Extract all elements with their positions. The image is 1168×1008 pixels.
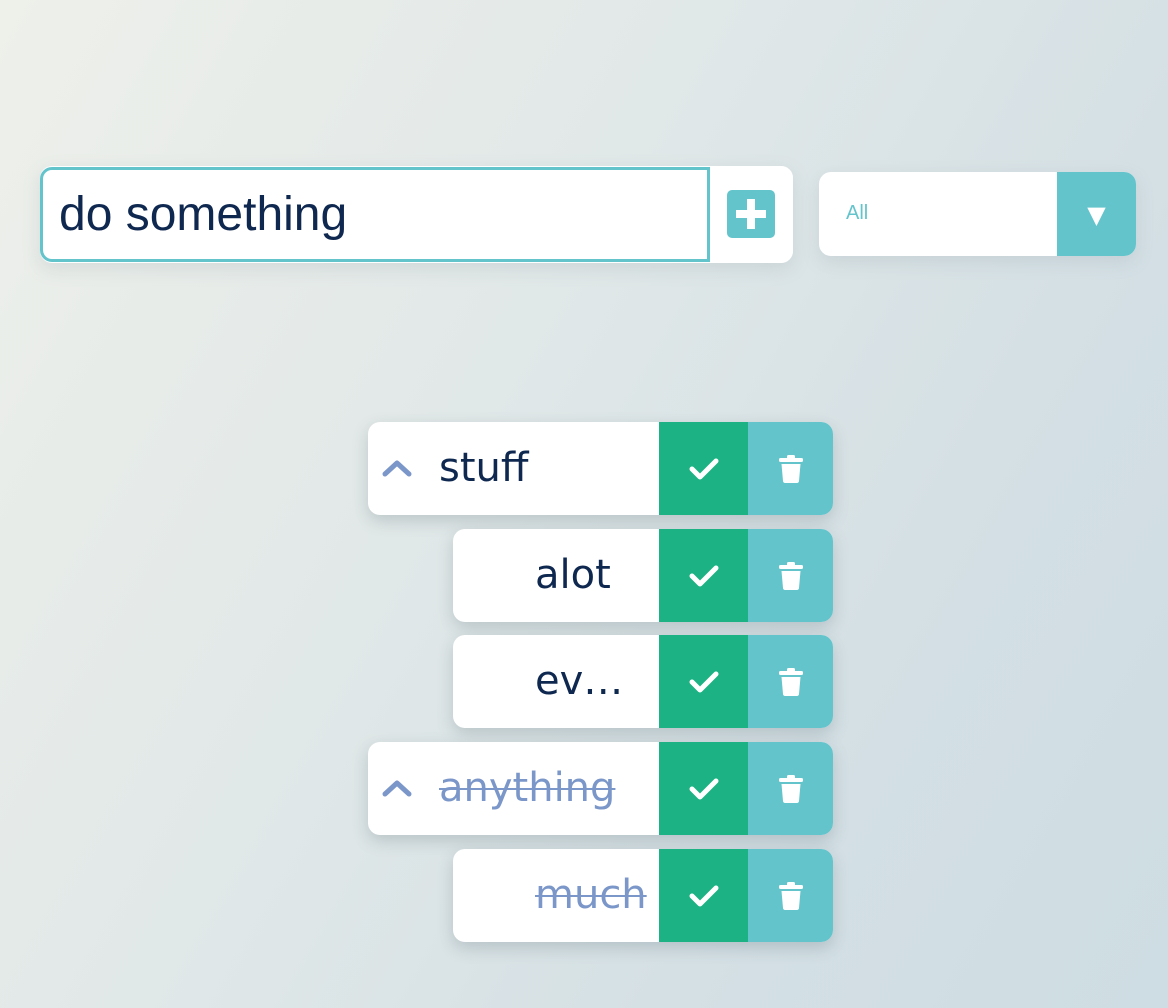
todo-text: anything bbox=[439, 765, 616, 811]
chevron-up-icon[interactable] bbox=[380, 452, 414, 486]
filter-select[interactable]: All ▼ bbox=[819, 172, 1136, 256]
todo-text: alot bbox=[535, 552, 611, 598]
complete-button[interactable] bbox=[659, 529, 748, 622]
delete-button[interactable] bbox=[748, 422, 833, 515]
complete-button[interactable] bbox=[659, 849, 748, 942]
complete-button[interactable] bbox=[659, 742, 748, 835]
trash-icon bbox=[778, 881, 803, 910]
check-icon bbox=[689, 671, 718, 692]
todo-item: much bbox=[453, 849, 833, 942]
todo-text: much bbox=[535, 872, 647, 918]
todo-input[interactable] bbox=[40, 167, 710, 262]
check-icon bbox=[689, 458, 718, 479]
check-icon bbox=[689, 565, 718, 586]
delete-button[interactable] bbox=[748, 742, 833, 835]
filter-selected-value: All bbox=[846, 202, 869, 224]
check-icon bbox=[689, 778, 718, 799]
plus-square-icon bbox=[727, 190, 775, 238]
add-todo-button[interactable] bbox=[710, 166, 793, 263]
trash-icon bbox=[778, 667, 803, 696]
chevron-up-icon[interactable] bbox=[380, 772, 414, 806]
check-icon bbox=[689, 885, 718, 906]
todo-text: stuff bbox=[439, 445, 529, 491]
delete-button[interactable] bbox=[748, 529, 833, 622]
todo-item: everything bbox=[453, 635, 833, 728]
trash-icon bbox=[778, 454, 803, 483]
delete-button[interactable] bbox=[748, 849, 833, 942]
add-todo-form bbox=[40, 166, 793, 263]
todo-item: stuff bbox=[368, 422, 833, 515]
dropdown-arrow-icon[interactable]: ▼ bbox=[1057, 172, 1136, 256]
complete-button[interactable] bbox=[659, 422, 748, 515]
trash-icon bbox=[778, 774, 803, 803]
trash-icon bbox=[778, 561, 803, 590]
delete-button[interactable] bbox=[748, 635, 833, 728]
todo-item: anything bbox=[368, 742, 833, 835]
todo-text: everything bbox=[535, 658, 647, 704]
complete-button[interactable] bbox=[659, 635, 748, 728]
todo-item: alot bbox=[453, 529, 833, 622]
